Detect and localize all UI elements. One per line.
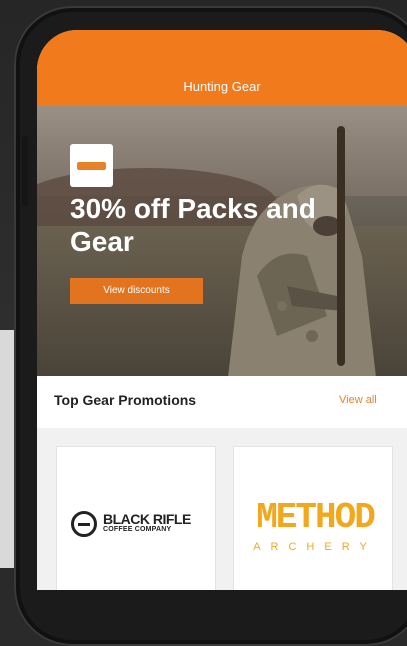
brand-card-method[interactable]: METHOD ARCHERY xyxy=(233,446,393,590)
brand-name: BLACK RIFLE xyxy=(103,511,191,527)
brand-name: METHOD xyxy=(256,497,376,538)
brand-logo xyxy=(70,144,113,187)
brand-card-black-rifle[interactable]: BLACK RIFLE COFFEE COMPANY xyxy=(56,446,216,590)
brand-subtitle: ARCHERY xyxy=(253,541,377,553)
phone-side-button xyxy=(22,136,28,206)
rifle-crosshair-icon xyxy=(71,511,97,537)
brand-logo-mark xyxy=(77,162,106,170)
bow-image xyxy=(337,126,345,366)
view-discounts-button[interactable]: View discounts xyxy=(70,278,203,304)
brand-subtitle: COFFEE COMPANY xyxy=(103,526,172,533)
promotions-title: Top Gear Promotions xyxy=(54,392,197,408)
app-header: Hunting Gear xyxy=(37,30,407,106)
app-screen: Hunting Gear 30% off Packs and Gear View… xyxy=(37,30,407,590)
black-rifle-logo: BLACK RIFLE COFFEE COMPANY xyxy=(71,511,206,539)
view-all-link[interactable]: View all xyxy=(339,394,377,406)
page-title: Hunting Gear xyxy=(183,79,261,94)
hero-headline: 30% off Packs and Gear xyxy=(70,193,316,257)
